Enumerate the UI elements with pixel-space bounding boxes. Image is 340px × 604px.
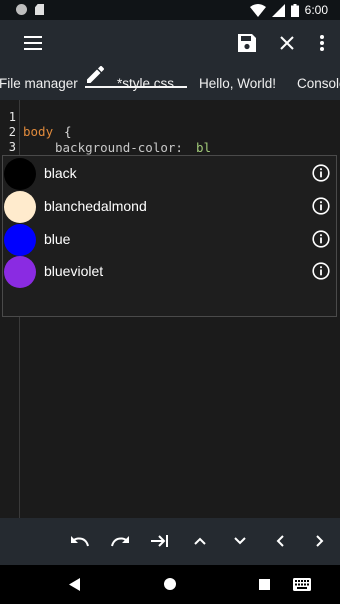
signal-icon — [271, 3, 285, 17]
suggestion-item[interactable]: blue — [3, 223, 336, 256]
css-value: bl — [196, 140, 212, 155]
tab-label: Console — [297, 75, 340, 91]
cursor-up-button[interactable] — [187, 528, 213, 554]
css-property: background-color: — [55, 140, 183, 155]
menu-button[interactable] — [13, 20, 53, 66]
nav-home-button[interactable] — [159, 574, 181, 594]
overflow-menu-button[interactable] — [302, 20, 340, 66]
suggestion-item[interactable]: blanchedalmond — [3, 190, 336, 223]
suggestion-label: blueviolet — [44, 263, 104, 279]
color-swatch — [4, 256, 36, 288]
undo-icon — [71, 536, 89, 547]
undo-button[interactable] — [67, 528, 93, 554]
chevron-up-icon — [194, 537, 206, 545]
system-nav-bar — [0, 565, 340, 604]
suggestion-label: blue — [44, 231, 71, 247]
wifi-icon — [249, 3, 266, 17]
tab-label: File manager — [0, 75, 78, 91]
info-icon[interactable] — [312, 197, 330, 215]
recents-square-icon — [258, 578, 270, 590]
line-number: 2 — [8, 125, 16, 139]
cursor-down-button[interactable] — [227, 528, 253, 554]
app-toolbar — [0, 20, 340, 66]
cursor-left-button[interactable] — [267, 528, 293, 554]
css-selector: body — [23, 124, 54, 139]
keyboard-switcher-button[interactable] — [291, 574, 313, 594]
hamburger-menu-icon — [24, 36, 42, 50]
nav-recents-button[interactable] — [253, 574, 275, 594]
suggestion-label: black — [44, 165, 77, 181]
color-swatch — [4, 224, 36, 256]
close-file-button[interactable] — [267, 20, 307, 66]
tab-hello-world[interactable]: Hello, World! — [199, 66, 276, 100]
line-number: 1 — [8, 110, 16, 124]
editor-action-bar — [0, 518, 340, 565]
tab-key-icon — [151, 535, 168, 547]
save-button[interactable] — [227, 20, 267, 66]
close-icon — [280, 36, 294, 50]
notification-dot-icon — [16, 4, 27, 15]
autocomplete-popup: black blanchedalmond blue blueviolet — [2, 155, 337, 317]
suggestion-item[interactable]: black — [3, 157, 336, 190]
nav-back-button[interactable] — [64, 574, 86, 594]
tab-console[interactable]: Console — [297, 66, 340, 100]
chevron-right-icon — [316, 535, 324, 547]
chevron-down-icon — [234, 537, 246, 545]
tab-label: Hello, World! — [199, 75, 277, 91]
color-swatch — [4, 158, 36, 190]
sd-card-icon — [35, 4, 44, 15]
cursor-right-button[interactable] — [307, 528, 333, 554]
save-icon — [238, 34, 256, 52]
chevron-left-icon — [276, 535, 284, 547]
suggestion-label: blanchedalmond — [44, 198, 147, 214]
suggestion-item[interactable]: blueviolet — [3, 255, 336, 288]
info-icon[interactable] — [312, 230, 330, 248]
tab-label: *style.css — [117, 75, 175, 91]
keyboard-icon — [293, 577, 311, 591]
active-tab-indicator — [85, 86, 187, 88]
color-swatch — [4, 191, 36, 223]
status-bar: 6:00 — [0, 0, 340, 20]
redo-button[interactable] — [107, 528, 133, 554]
status-clock: 6:00 — [304, 3, 328, 17]
tab-file-manager[interactable]: File manager — [0, 66, 78, 100]
tab-strip: File manager *style.css Hello, World! Co… — [0, 66, 340, 100]
redo-icon — [111, 536, 129, 547]
tab-style-css[interactable]: *style.css — [117, 66, 174, 100]
open-brace: { — [64, 124, 72, 139]
home-circle-icon — [164, 578, 176, 590]
line-number: 3 — [8, 140, 16, 154]
more-vert-icon — [320, 35, 324, 51]
info-icon[interactable] — [312, 164, 330, 182]
tab-key-button[interactable] — [147, 528, 173, 554]
info-icon[interactable] — [312, 262, 330, 280]
edit-pencil-icon — [87, 66, 104, 83]
battery-icon — [290, 3, 299, 17]
back-triangle-icon — [69, 577, 80, 591]
